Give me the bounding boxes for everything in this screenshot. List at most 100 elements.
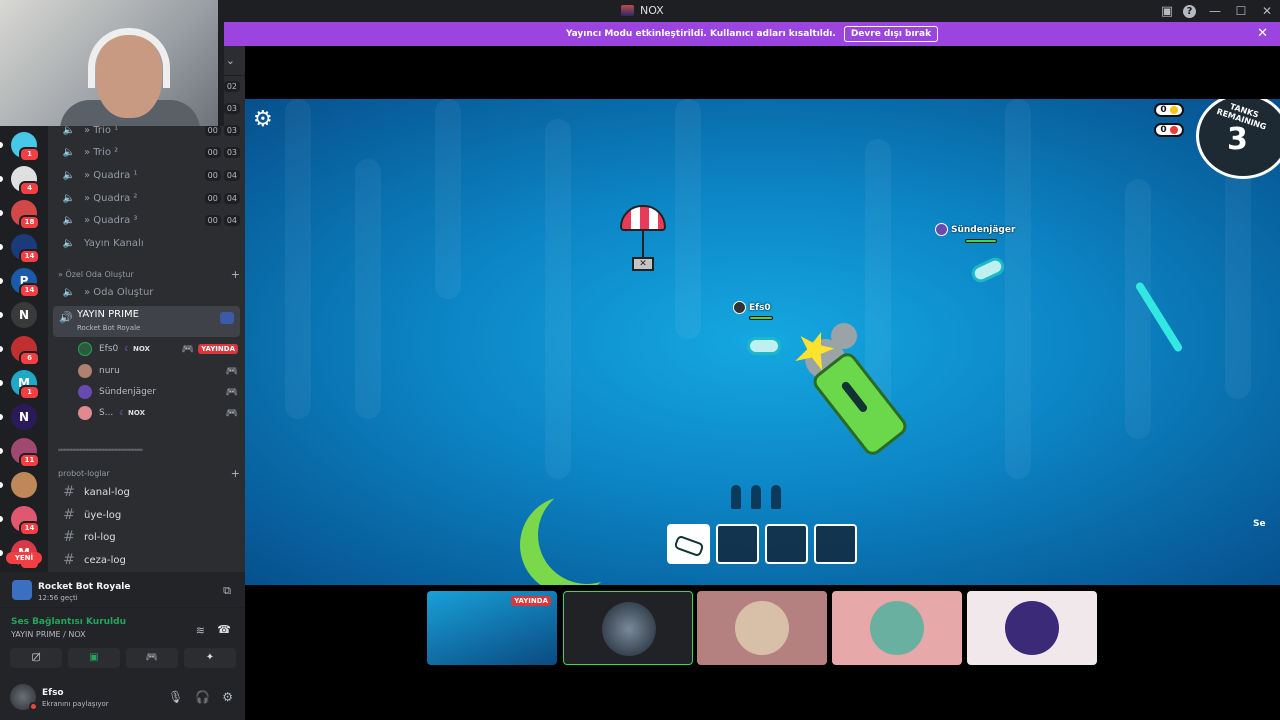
server-icon[interactable] (11, 472, 37, 498)
channel-name: » Trio ¹ (84, 124, 119, 136)
text-channel[interactable]: # kanal-log (54, 482, 240, 502)
channel-name: rol-log (84, 531, 116, 543)
banner-close-icon[interactable]: ✕ (1257, 26, 1268, 41)
camera-off-icon[interactable]: ▢̸ (10, 648, 62, 668)
weapon-slot[interactable] (716, 524, 759, 564)
category-ozel-oda[interactable]: » Özel Oda Oluştur + (58, 267, 240, 281)
minimize-button[interactable]: — (1202, 4, 1228, 18)
category-name: » Özel Oda Oluştur (58, 269, 134, 279)
category-name: probot-loglar (58, 468, 110, 478)
game-icon (12, 580, 32, 600)
avatar (870, 601, 924, 655)
text-channel[interactable]: # ceza-log (54, 550, 240, 570)
voice-user[interactable]: S... NOX 🎮 (78, 403, 238, 423)
server-icon[interactable]: 1 (11, 132, 40, 162)
screen-share-icon[interactable]: ▣ (68, 648, 120, 668)
server-icon[interactable]: 18 (11, 200, 40, 230)
voice-channel[interactable]: 🔈 » Quadra ¹ 00 04 (54, 165, 240, 185)
speaker-icon: 🔈 (62, 214, 76, 226)
activity-icon[interactable]: 🎮 (126, 648, 178, 668)
voice-channel-yayin-prime[interactable]: 🔊 YAYIN PRIME Rocket Bot Royale (53, 306, 240, 337)
voice-channel[interactable]: 🔈 » Quadra ³ 00 04 (54, 210, 240, 230)
user-name: Sündenjäger (99, 387, 157, 397)
gear-icon[interactable]: ⚙ (222, 690, 233, 704)
signal-icon[interactable]: ≋ (196, 624, 205, 637)
voice-channel[interactable]: 🔈 » Quadra ² 00 04 (54, 188, 240, 208)
headphones-icon[interactable]: 🎧 (195, 690, 210, 704)
server-icon[interactable]: 4 (11, 166, 40, 196)
player-label: Efs0 (733, 301, 771, 314)
channel-activity: Rocket Bot Royale (77, 324, 141, 332)
stream-tile-user[interactable] (967, 591, 1097, 665)
coin-counter: 0 (1154, 103, 1184, 117)
server-icon[interactable]: 14 (11, 506, 40, 536)
add-channel-icon[interactable]: + (231, 268, 240, 281)
speaker-icon: 🔈 (62, 146, 76, 158)
disconnect-icon[interactable]: ☎ (217, 623, 231, 636)
separator-channel[interactable]: ══════════════════════════ (58, 446, 222, 454)
server-icon[interactable]: P 14 (11, 268, 40, 298)
external-link-icon[interactable]: ⧉ (223, 584, 231, 598)
activity-panel: Rocket Bot Royale 12:56 geçti ⧉ (0, 572, 245, 608)
kill-counter: 0 (1154, 123, 1184, 137)
voice-user[interactable]: nuru 🎮 (78, 361, 238, 381)
gamepad-icon: 🎮 (225, 386, 238, 398)
server-icon[interactable]: 6 (11, 336, 40, 366)
health-bar (965, 239, 997, 243)
new-badge: YENİ (6, 552, 42, 564)
voice-channel-oda-olustur[interactable]: 🔈 » Oda Oluştur (54, 282, 240, 302)
voice-user[interactable]: Efs0 NOX 🎮YAYINDA (78, 339, 238, 359)
chevron-down-icon[interactable]: ⌄ (226, 54, 235, 67)
unread-pill (0, 210, 3, 216)
weapon-slot[interactable] (814, 524, 857, 564)
voice-channel-path[interactable]: YAYIN PRIME / NOX (11, 630, 86, 639)
channel-name: » Oda Oluştur (84, 286, 154, 298)
speaker-icon: 🔈 (62, 124, 76, 136)
hashtag-icon: # (63, 507, 75, 523)
server-initial (11, 472, 37, 498)
window-title-text: NOX (640, 4, 664, 17)
inbox-icon[interactable]: ▣ (1157, 4, 1177, 19)
server-icon[interactable]: 11 (11, 438, 40, 468)
voice-channel[interactable]: 🔈 » Trio ² 00 03 (54, 142, 240, 162)
tanks-value: 3 (1227, 122, 1248, 157)
gear-icon[interactable]: ⚙ (253, 107, 273, 132)
avatar (78, 385, 92, 399)
gamepad-icon: 🎮 (181, 343, 195, 355)
weapon-slot[interactable] (765, 524, 808, 564)
stream-tile-user[interactable] (697, 591, 827, 665)
game-viewport[interactable]: ⚙ 0 0 TANKS REMAINING 3 ✕ Sündenjäger Ef… (245, 99, 1280, 585)
microphone-icon[interactable]: 🎙 (168, 690, 183, 704)
server-icon[interactable]: 14 (11, 234, 40, 264)
status-dot (29, 702, 38, 711)
health-bar (749, 316, 773, 320)
stream-tile-user[interactable] (832, 591, 962, 665)
voice-channel-yayin-kanali[interactable]: 🔈 Yayın Kanalı (54, 233, 240, 253)
avatar (733, 301, 746, 314)
server-icon[interactable]: M1 (11, 370, 40, 400)
voice-status[interactable]: Ses Bağlantısı Kuruldu (11, 617, 126, 627)
unread-pill (0, 278, 3, 284)
avatar (1005, 601, 1059, 655)
text-channel[interactable]: # üye-log (54, 505, 240, 525)
stream-tile-self[interactable]: YAYINDA (427, 591, 557, 665)
text-channel[interactable]: # rol-log (54, 527, 240, 547)
webcam-edge (218, 0, 224, 126)
weapon-slot[interactable] (667, 524, 710, 564)
unread-pill (0, 516, 3, 522)
user-limit: 03 (223, 124, 240, 136)
user-panel: Rocket Bot Royale 12:56 geçti ⧉ Ses Bağl… (0, 572, 245, 720)
maximize-button[interactable]: ☐ (1228, 4, 1254, 18)
category-probot[interactable]: probot-loglar + (58, 466, 240, 480)
stream-tile-user[interactable] (563, 591, 693, 665)
add-channel-icon[interactable]: + (231, 467, 240, 480)
help-icon[interactable]: ? (1183, 4, 1196, 18)
server-initial: N (18, 410, 30, 424)
soundboard-icon[interactable]: ✦ (184, 648, 236, 668)
server-icon[interactable]: N (11, 404, 37, 430)
voice-user[interactable]: Sündenjäger 🎮 (78, 382, 238, 402)
close-window-button[interactable]: ✕ (1254, 4, 1280, 18)
server-icon[interactable]: N (11, 302, 37, 328)
disable-streamer-mode-button[interactable]: Devre dışı bırak (843, 26, 939, 42)
mention-badge: 11 (19, 453, 40, 468)
